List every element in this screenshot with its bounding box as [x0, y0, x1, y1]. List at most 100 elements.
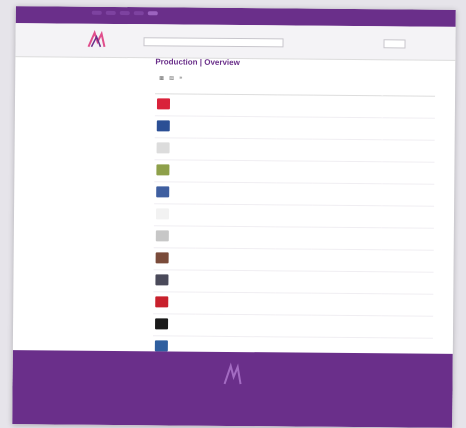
- production-thumbnail[interactable]: [156, 164, 170, 176]
- thumbnail-cell: [154, 159, 197, 182]
- table-row[interactable]: [154, 137, 435, 162]
- table-row[interactable]: [154, 115, 435, 140]
- date-cell: [381, 293, 434, 316]
- top-tab[interactable]: [91, 10, 102, 15]
- thumbnail-cell: [154, 93, 198, 116]
- name-cell: [196, 137, 277, 161]
- sidebar-top-links: [55, 62, 135, 63]
- date-cell: [380, 315, 434, 338]
- financier-cell: [312, 94, 384, 118]
- financier-cell: [312, 160, 383, 184]
- name-cell: [195, 203, 277, 227]
- financier-cell: [311, 204, 383, 228]
- type-cell: [276, 160, 313, 183]
- sidebar-filter-item[interactable]: [55, 70, 135, 71]
- financier-cell: [312, 138, 383, 162]
- view-mode-icons[interactable]: ▦ ▤ ≡: [159, 75, 184, 81]
- type-cell: [276, 94, 314, 117]
- production-thumbnail[interactable]: [155, 230, 169, 242]
- table-row[interactable]: [153, 203, 435, 228]
- sidebar-filter-item[interactable]: [55, 70, 135, 71]
- site-header: [15, 23, 456, 61]
- header-dropdown-button[interactable]: [383, 39, 406, 49]
- financier-cell: [311, 292, 382, 316]
- financier-cell: [312, 182, 383, 206]
- thumbnail-cell: [153, 269, 196, 292]
- name-cell: [195, 269, 276, 293]
- sidebar-filter-item[interactable]: [55, 70, 135, 71]
- sidebar-link[interactable]: [55, 62, 135, 63]
- thumbnail-cell: [152, 313, 196, 336]
- date-cell: [381, 227, 434, 250]
- table-row[interactable]: [154, 159, 435, 184]
- table-row[interactable]: [153, 225, 434, 250]
- production-thumbnail[interactable]: [156, 142, 170, 154]
- type-cell: [275, 204, 313, 227]
- sidebar-filter-item[interactable]: [55, 70, 135, 71]
- type-cell: [276, 182, 313, 205]
- sidebar-filter-item[interactable]: [55, 70, 135, 71]
- sidebar-filter-item[interactable]: [55, 70, 135, 71]
- sidebar-filter-item[interactable]: [55, 70, 135, 71]
- table-row[interactable]: [152, 313, 434, 338]
- production-thumbnail[interactable]: [155, 208, 170, 220]
- sidebar-filter-item[interactable]: [55, 70, 135, 71]
- date-cell: [382, 117, 435, 140]
- top-tabs: [91, 10, 158, 16]
- table-row[interactable]: [153, 269, 434, 294]
- name-cell: [194, 313, 276, 337]
- sidebar-filter-item[interactable]: [55, 70, 135, 71]
- sidebar-filter-item[interactable]: [55, 70, 135, 71]
- production-thumbnail[interactable]: [155, 318, 169, 330]
- sidebar-filter-item[interactable]: [55, 70, 135, 71]
- sidebar-link[interactable]: [55, 62, 135, 63]
- site-logo[interactable]: [85, 29, 107, 50]
- table-row[interactable]: [153, 291, 434, 316]
- table-row[interactable]: [154, 181, 435, 206]
- sidebar-section-title: [55, 70, 135, 71]
- name-cell: [196, 181, 277, 205]
- production-thumbnail[interactable]: [156, 120, 170, 132]
- sidebar-filter-item[interactable]: [55, 70, 135, 71]
- sidebar-filter-item[interactable]: [55, 70, 135, 71]
- type-cell: [275, 226, 312, 249]
- sidebar-filter-item[interactable]: [55, 70, 135, 71]
- production-thumbnail[interactable]: [155, 252, 169, 264]
- footer-text: [12, 394, 452, 398]
- browser-screenshot: Production | Overview ▦ ▤ ≡: [12, 6, 456, 428]
- production-thumbnail[interactable]: [156, 98, 171, 110]
- sidebar-group-title: [55, 70, 135, 71]
- production-thumbnail[interactable]: [155, 274, 169, 286]
- thumbnail-cell: [154, 181, 197, 204]
- financier-cell: [312, 116, 383, 140]
- sidebar-link[interactable]: [55, 62, 135, 63]
- production-thumbnail[interactable]: [154, 340, 168, 352]
- sidebar: [55, 62, 135, 71]
- financier-cell: [311, 248, 382, 272]
- production-thumbnail[interactable]: [155, 296, 169, 308]
- top-tab[interactable]: [119, 10, 130, 16]
- date-cell: [382, 183, 435, 206]
- site-footer: [12, 350, 453, 428]
- financier-cell: [310, 314, 382, 338]
- table-row[interactable]: [154, 93, 436, 118]
- productions-table: [152, 87, 436, 360]
- thumbnail-cell: [153, 247, 196, 270]
- top-tab-active[interactable]: [147, 11, 158, 16]
- table-row[interactable]: [153, 247, 434, 272]
- name-cell: [195, 291, 276, 315]
- name-cell: [196, 115, 277, 139]
- sidebar-filter-item[interactable]: [55, 70, 135, 71]
- sidebar-group-title: [55, 70, 135, 71]
- type-cell: [275, 292, 312, 315]
- date-cell: [381, 271, 434, 294]
- top-tab[interactable]: [133, 11, 144, 16]
- production-thumbnail[interactable]: [156, 186, 170, 198]
- sidebar-filter-item[interactable]: [55, 70, 135, 71]
- search-input[interactable]: [143, 37, 284, 48]
- thumbnail-cell: [154, 137, 197, 160]
- main-content: Production | Overview ▦ ▤ ≡: [152, 57, 436, 360]
- top-tab[interactable]: [105, 10, 116, 15]
- type-cell: [275, 270, 312, 293]
- date-cell: [382, 161, 435, 184]
